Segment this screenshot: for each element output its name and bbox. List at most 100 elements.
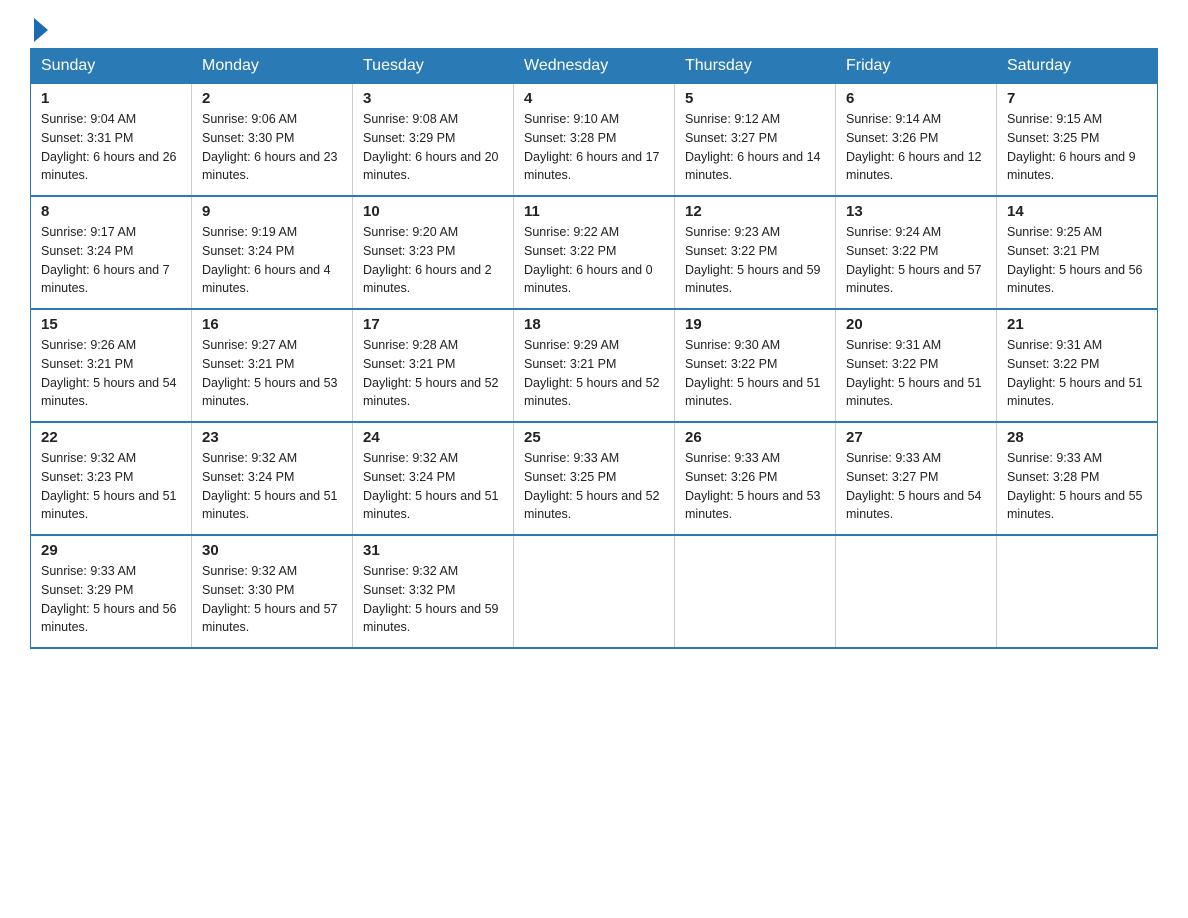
calendar-cell: 1 Sunrise: 9:04 AMSunset: 3:31 PMDaylight… [31, 84, 192, 197]
day-number: 21 [1007, 316, 1147, 333]
header-saturday: Saturday [997, 49, 1158, 84]
calendar-cell: 10 Sunrise: 9:20 AMSunset: 3:23 PMDayligh… [353, 196, 514, 309]
day-number: 30 [202, 542, 342, 559]
day-number: 20 [846, 316, 986, 333]
day-number: 1 [41, 90, 181, 107]
calendar-cell: 31 Sunrise: 9:32 AMSunset: 3:32 PMDayligh… [353, 535, 514, 648]
calendar-cell: 7 Sunrise: 9:15 AMSunset: 3:25 PMDaylight… [997, 84, 1158, 197]
calendar-week-row: 15 Sunrise: 9:26 AMSunset: 3:21 PMDayligh… [31, 309, 1158, 422]
day-info: Sunrise: 9:24 AMSunset: 3:22 PMDaylight:… [846, 223, 986, 298]
calendar-cell [675, 535, 836, 648]
day-number: 4 [524, 90, 664, 107]
day-number: 23 [202, 429, 342, 446]
calendar-cell: 5 Sunrise: 9:12 AMSunset: 3:27 PMDaylight… [675, 84, 836, 197]
calendar-cell: 29 Sunrise: 9:33 AMSunset: 3:29 PMDayligh… [31, 535, 192, 648]
day-number: 29 [41, 542, 181, 559]
day-number: 26 [685, 429, 825, 446]
calendar-cell: 16Sunrise: 9:27 AMSunset: 3:21 PMDayligh… [192, 309, 353, 422]
calendar-cell: 30 Sunrise: 9:32 AMSunset: 3:30 PMDayligh… [192, 535, 353, 648]
day-info: Sunrise: 9:08 AMSunset: 3:29 PMDaylight:… [363, 110, 503, 185]
day-info: Sunrise: 9:31 AMSunset: 3:22 PMDaylight:… [846, 336, 986, 411]
calendar-cell: 28Sunrise: 9:33 AMSunset: 3:28 PMDayligh… [997, 422, 1158, 535]
day-info: Sunrise: 9:28 AMSunset: 3:21 PMDaylight:… [363, 336, 503, 411]
day-info: Sunrise: 9:33 AMSunset: 3:27 PMDaylight:… [846, 449, 986, 524]
calendar-cell: 25 Sunrise: 9:33 AMSunset: 3:25 PMDayligh… [514, 422, 675, 535]
calendar-cell: 17 Sunrise: 9:28 AMSunset: 3:21 PMDayligh… [353, 309, 514, 422]
day-info: Sunrise: 9:32 AMSunset: 3:24 PMDaylight:… [202, 449, 342, 524]
calendar-cell: 20 Sunrise: 9:31 AMSunset: 3:22 PMDayligh… [836, 309, 997, 422]
calendar-cell: 13 Sunrise: 9:24 AMSunset: 3:22 PMDayligh… [836, 196, 997, 309]
day-info: Sunrise: 9:32 AMSunset: 3:30 PMDaylight:… [202, 562, 342, 637]
day-number: 24 [363, 429, 503, 446]
calendar-cell: 9 Sunrise: 9:19 AMSunset: 3:24 PMDaylight… [192, 196, 353, 309]
day-info: Sunrise: 9:33 AMSunset: 3:29 PMDaylight:… [41, 562, 181, 637]
calendar-cell [997, 535, 1158, 648]
calendar-week-row: 22 Sunrise: 9:32 AMSunset: 3:23 PMDayligh… [31, 422, 1158, 535]
day-number: 17 [363, 316, 503, 333]
day-info: Sunrise: 9:33 AMSunset: 3:25 PMDaylight:… [524, 449, 664, 524]
day-info: Sunrise: 9:25 AMSunset: 3:21 PMDaylight:… [1007, 223, 1147, 298]
calendar-cell: 11 Sunrise: 9:22 AMSunset: 3:22 PMDayligh… [514, 196, 675, 309]
calendar-cell: 19Sunrise: 9:30 AMSunset: 3:22 PMDayligh… [675, 309, 836, 422]
day-number: 11 [524, 203, 664, 220]
header-sunday: Sunday [31, 49, 192, 84]
header-thursday: Thursday [675, 49, 836, 84]
day-number: 2 [202, 90, 342, 107]
calendar-week-row: 8 Sunrise: 9:17 AMSunset: 3:24 PMDaylight… [31, 196, 1158, 309]
calendar-cell [514, 535, 675, 648]
calendar-cell: 22 Sunrise: 9:32 AMSunset: 3:23 PMDayligh… [31, 422, 192, 535]
day-info: Sunrise: 9:22 AMSunset: 3:22 PMDaylight:… [524, 223, 664, 298]
calendar-cell: 26 Sunrise: 9:33 AMSunset: 3:26 PMDayligh… [675, 422, 836, 535]
calendar-cell: 21 Sunrise: 9:31 AMSunset: 3:22 PMDayligh… [997, 309, 1158, 422]
day-info: Sunrise: 9:29 AMSunset: 3:21 PMDaylight:… [524, 336, 664, 411]
calendar-cell: 8 Sunrise: 9:17 AMSunset: 3:24 PMDaylight… [31, 196, 192, 309]
day-info: Sunrise: 9:20 AMSunset: 3:23 PMDaylight:… [363, 223, 503, 298]
day-info: Sunrise: 9:23 AMSunset: 3:22 PMDaylight:… [685, 223, 825, 298]
calendar-cell: 27Sunrise: 9:33 AMSunset: 3:27 PMDayligh… [836, 422, 997, 535]
day-info: Sunrise: 9:19 AMSunset: 3:24 PMDaylight:… [202, 223, 342, 298]
day-number: 9 [202, 203, 342, 220]
day-number: 13 [846, 203, 986, 220]
day-number: 10 [363, 203, 503, 220]
day-number: 28 [1007, 429, 1147, 446]
day-number: 31 [363, 542, 503, 559]
day-info: Sunrise: 9:31 AMSunset: 3:22 PMDaylight:… [1007, 336, 1147, 411]
calendar-week-row: 29 Sunrise: 9:33 AMSunset: 3:29 PMDayligh… [31, 535, 1158, 648]
day-info: Sunrise: 9:27 AMSunset: 3:21 PMDaylight:… [202, 336, 342, 411]
calendar-cell: 4 Sunrise: 9:10 AMSunset: 3:28 PMDaylight… [514, 84, 675, 197]
day-number: 7 [1007, 90, 1147, 107]
page-header [30, 20, 1158, 38]
day-number: 8 [41, 203, 181, 220]
calendar-cell [836, 535, 997, 648]
day-info: Sunrise: 9:26 AMSunset: 3:21 PMDaylight:… [41, 336, 181, 411]
day-number: 22 [41, 429, 181, 446]
day-info: Sunrise: 9:32 AMSunset: 3:32 PMDaylight:… [363, 562, 503, 637]
header-friday: Friday [836, 49, 997, 84]
calendar-cell: 23 Sunrise: 9:32 AMSunset: 3:24 PMDayligh… [192, 422, 353, 535]
day-number: 3 [363, 90, 503, 107]
day-number: 15 [41, 316, 181, 333]
logo [30, 20, 48, 38]
day-info: Sunrise: 9:15 AMSunset: 3:25 PMDaylight:… [1007, 110, 1147, 185]
day-info: Sunrise: 9:30 AMSunset: 3:22 PMDaylight:… [685, 336, 825, 411]
logo-arrow-icon [34, 18, 48, 42]
calendar-cell: 18 Sunrise: 9:29 AMSunset: 3:21 PMDayligh… [514, 309, 675, 422]
calendar-cell: 12Sunrise: 9:23 AMSunset: 3:22 PMDayligh… [675, 196, 836, 309]
calendar-week-row: 1 Sunrise: 9:04 AMSunset: 3:31 PMDaylight… [31, 84, 1158, 197]
day-info: Sunrise: 9:06 AMSunset: 3:30 PMDaylight:… [202, 110, 342, 185]
day-number: 5 [685, 90, 825, 107]
day-info: Sunrise: 9:32 AMSunset: 3:23 PMDaylight:… [41, 449, 181, 524]
calendar-cell: 3 Sunrise: 9:08 AMSunset: 3:29 PMDaylight… [353, 84, 514, 197]
header-wednesday: Wednesday [514, 49, 675, 84]
calendar-cell: 15 Sunrise: 9:26 AMSunset: 3:21 PMDayligh… [31, 309, 192, 422]
day-info: Sunrise: 9:33 AMSunset: 3:26 PMDaylight:… [685, 449, 825, 524]
day-info: Sunrise: 9:10 AMSunset: 3:28 PMDaylight:… [524, 110, 664, 185]
day-info: Sunrise: 9:17 AMSunset: 3:24 PMDaylight:… [41, 223, 181, 298]
day-info: Sunrise: 9:12 AMSunset: 3:27 PMDaylight:… [685, 110, 825, 185]
day-info: Sunrise: 9:14 AMSunset: 3:26 PMDaylight:… [846, 110, 986, 185]
day-number: 25 [524, 429, 664, 446]
day-info: Sunrise: 9:04 AMSunset: 3:31 PMDaylight:… [41, 110, 181, 185]
day-number: 18 [524, 316, 664, 333]
day-number: 6 [846, 90, 986, 107]
calendar-cell: 2 Sunrise: 9:06 AMSunset: 3:30 PMDaylight… [192, 84, 353, 197]
